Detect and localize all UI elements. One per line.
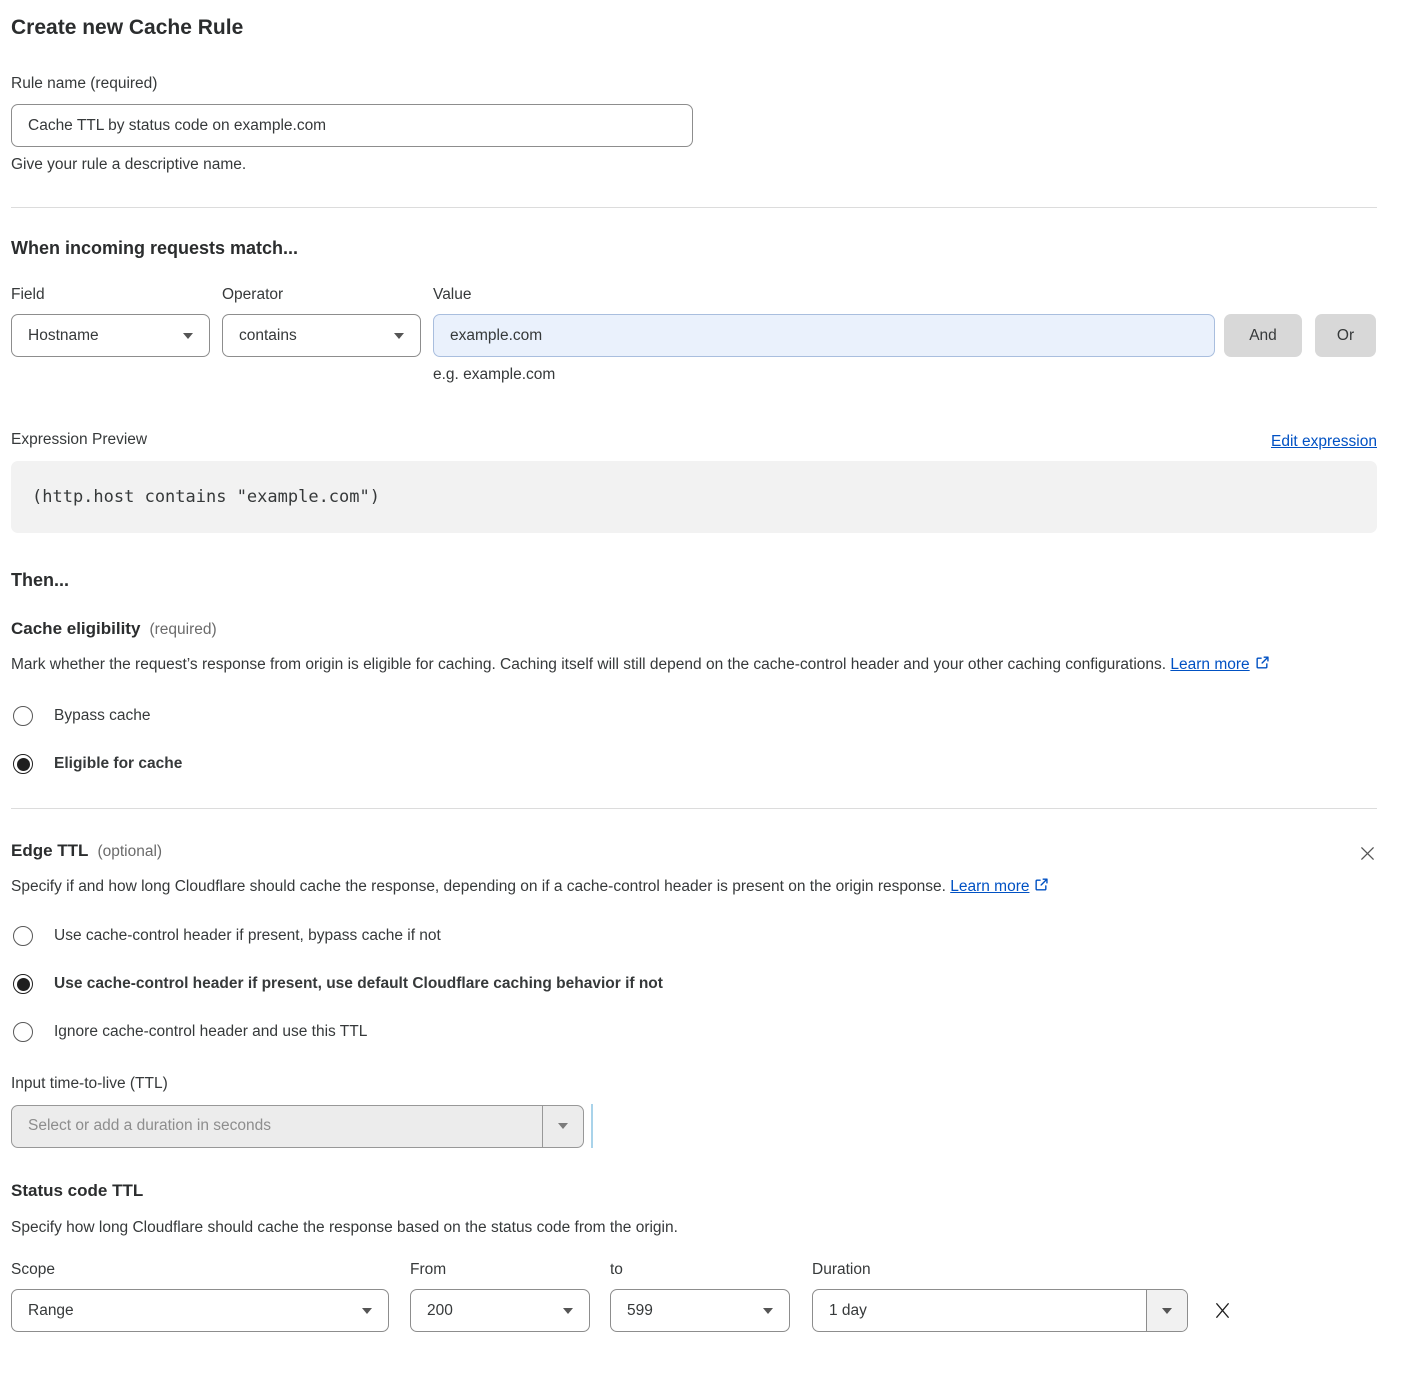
from-select-value: 200	[427, 1302, 453, 1320]
cache-eligibility-heading: Cache eligibility	[11, 619, 140, 639]
learn-more-link[interactable]: Learn more	[950, 878, 1029, 895]
operator-select[interactable]: contains	[222, 314, 421, 357]
to-label: to	[610, 1258, 790, 1281]
cache-eligibility-qualifier: (required)	[149, 621, 216, 639]
chevron-down-icon	[763, 1308, 773, 1314]
field-label: Field	[11, 283, 210, 306]
text-cursor	[591, 1104, 593, 1148]
from-label: From	[410, 1258, 590, 1281]
rule-name-input[interactable]	[11, 104, 693, 147]
radio-option-use-header-bypass[interactable]: Use cache-control header if present, byp…	[11, 926, 441, 946]
edge-ttl-description: Specify if and how long Cloudflare shoul…	[11, 873, 1049, 901]
radio-icon[interactable]	[13, 1022, 33, 1042]
close-icon[interactable]	[1358, 844, 1377, 863]
or-button[interactable]: Or	[1315, 314, 1376, 357]
create-cache-rule-form: Create new Cache Rule Rule name (require…	[0, 0, 1412, 1332]
chevron-down-icon	[183, 333, 193, 339]
radio-label: Use cache-control header if present, use…	[54, 975, 663, 993]
operator-label: Operator	[222, 283, 421, 306]
rule-name-help: Give your rule a descriptive name.	[11, 156, 1377, 174]
duration-label: Duration	[812, 1258, 1188, 1281]
radio-icon-selected[interactable]	[13, 974, 33, 994]
edit-expression-link[interactable]: Edit expression	[1271, 433, 1377, 451]
field-select[interactable]: Hostname	[11, 314, 210, 357]
chevron-down-icon	[394, 333, 404, 339]
duration-select-value: 1 day	[813, 1290, 1146, 1331]
ttl-duration-placeholder: Select or add a duration in seconds	[12, 1106, 542, 1147]
radio-option-use-header-default[interactable]: Use cache-control header if present, use…	[11, 974, 663, 994]
radio-option-bypass-cache[interactable]: Bypass cache	[11, 706, 151, 726]
radio-option-ignore-header[interactable]: Ignore cache-control header and use this…	[11, 1022, 367, 1042]
scope-select-value: Range	[28, 1302, 74, 1320]
match-row: Field Hostname Operator contains Value e…	[11, 283, 1377, 384]
to-select-value: 599	[627, 1302, 653, 1320]
from-select[interactable]: 200	[410, 1289, 590, 1332]
radio-icon[interactable]	[13, 706, 33, 726]
expression-code: (http.host contains "example.com")	[32, 487, 380, 507]
match-section-heading: When incoming requests match...	[11, 238, 1377, 259]
page-title: Create new Cache Rule	[11, 14, 1377, 42]
value-label: Value	[433, 283, 1215, 306]
status-code-ttl-row: Scope Range From 200 to 599 Duration 1 d…	[11, 1258, 1377, 1332]
to-select[interactable]: 599	[610, 1289, 790, 1332]
then-heading: Then...	[11, 570, 1377, 591]
rule-name-label: Rule name (required)	[11, 72, 1377, 95]
scope-label: Scope	[11, 1258, 389, 1281]
expression-preview-label: Expression Preview	[11, 428, 147, 451]
duration-select[interactable]: 1 day	[812, 1289, 1188, 1332]
divider	[11, 207, 1377, 208]
external-link-icon	[1034, 877, 1049, 892]
delete-row-icon[interactable]	[1212, 1300, 1233, 1321]
duration-dropdown-button[interactable]	[1146, 1290, 1187, 1331]
radio-label: Eligible for cache	[54, 755, 182, 773]
ttl-duration-select: Select or add a duration in seconds	[11, 1105, 584, 1148]
chevron-down-icon	[563, 1308, 573, 1314]
field-select-value: Hostname	[28, 327, 99, 345]
radio-option-eligible-for-cache[interactable]: Eligible for cache	[11, 754, 182, 774]
divider	[11, 808, 1377, 809]
value-example-text: e.g. example.com	[433, 366, 1215, 384]
chevron-down-icon	[558, 1123, 568, 1129]
radio-icon-selected[interactable]	[13, 754, 33, 774]
chevron-down-icon	[1162, 1308, 1172, 1314]
operator-select-value: contains	[239, 327, 297, 345]
edge-ttl-qualifier: (optional)	[97, 843, 162, 861]
radio-label: Use cache-control header if present, byp…	[54, 927, 441, 945]
radio-label: Ignore cache-control header and use this…	[54, 1023, 367, 1041]
scope-select[interactable]: Range	[11, 1289, 389, 1332]
expression-preview-box: (http.host contains "example.com")	[11, 461, 1377, 533]
ttl-input-label: Input time-to-live (TTL)	[11, 1072, 1377, 1095]
chevron-down-icon	[362, 1308, 372, 1314]
and-button[interactable]: And	[1224, 314, 1302, 357]
value-input[interactable]	[433, 314, 1215, 357]
ttl-duration-dropdown-button[interactable]	[542, 1106, 583, 1147]
edge-ttl-heading: Edge TTL	[11, 841, 88, 861]
learn-more-link[interactable]: Learn more	[1170, 656, 1249, 673]
cache-eligibility-description: Mark whether the request’s response from…	[11, 651, 1377, 679]
status-code-ttl-heading: Status code TTL	[11, 1181, 143, 1201]
status-code-ttl-description: Specify how long Cloudflare should cache…	[11, 1214, 1377, 1242]
external-link-icon	[1255, 655, 1270, 670]
radio-icon[interactable]	[13, 926, 33, 946]
radio-label: Bypass cache	[54, 707, 151, 725]
